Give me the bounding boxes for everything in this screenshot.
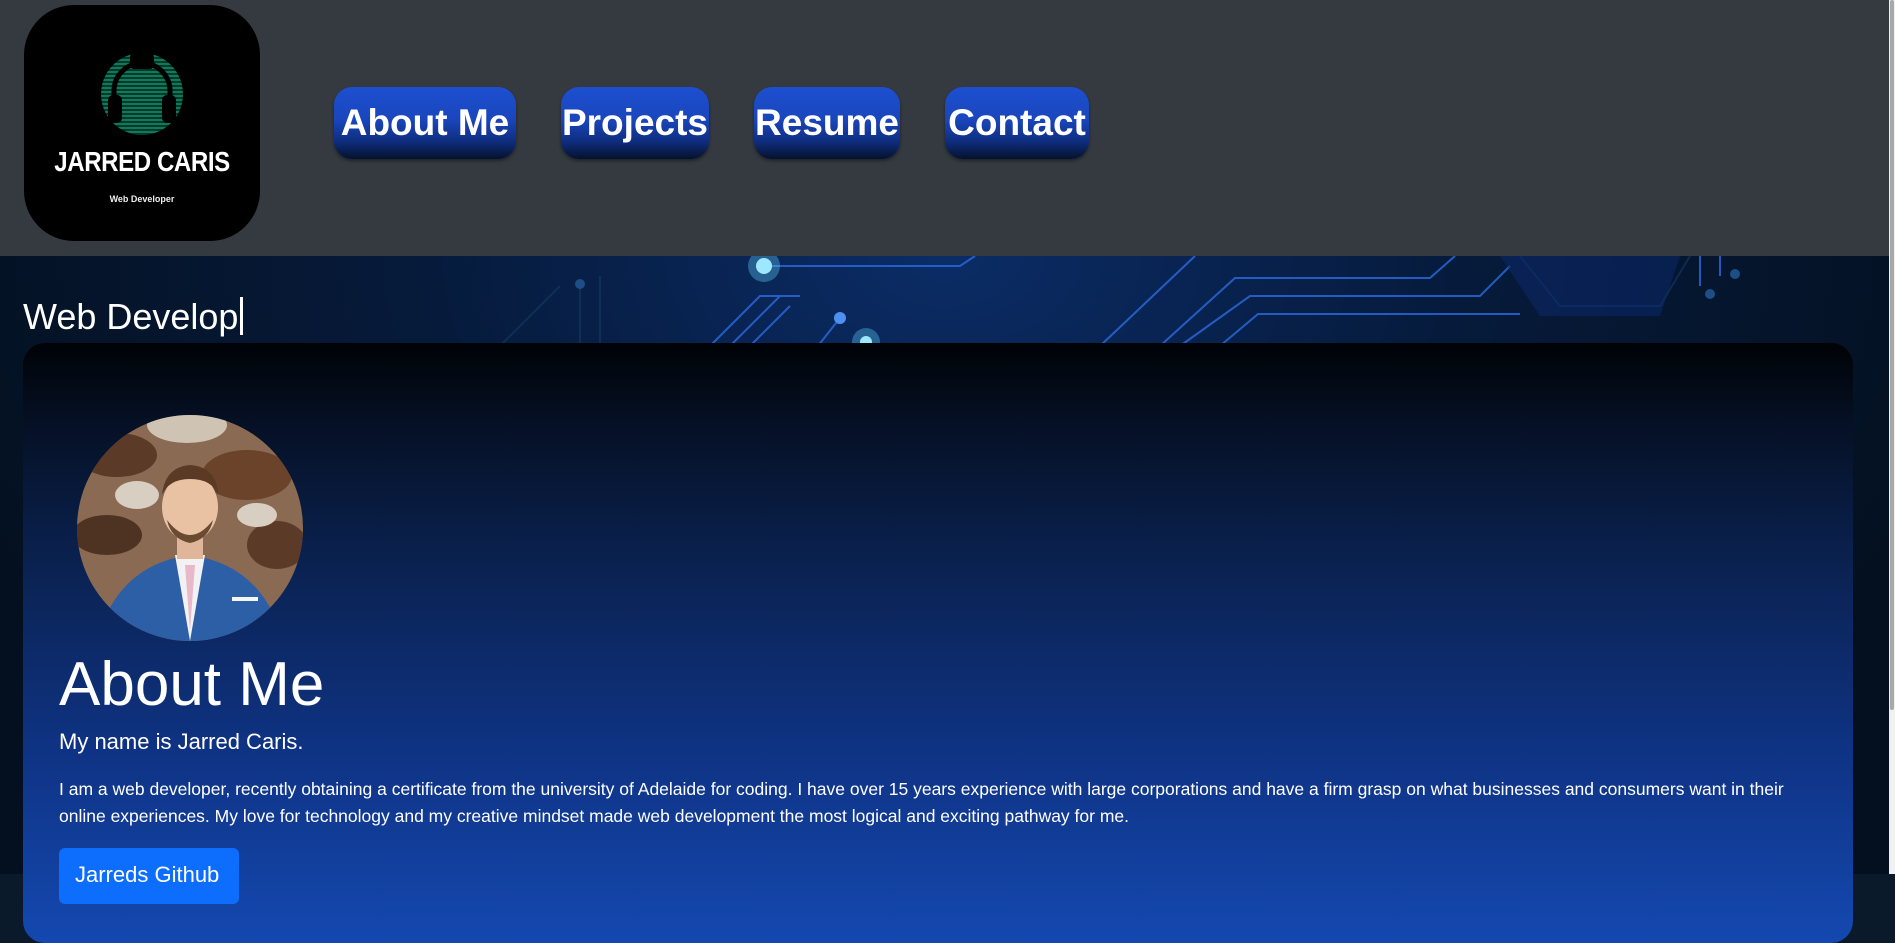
- about-me-description: I am a web developer, recently obtaining…: [59, 779, 1784, 826]
- about-me-heading: About Me: [59, 650, 325, 719]
- logo-name: JARRED CARIS: [54, 146, 230, 177]
- typed-headline-text: Web Develop: [23, 296, 239, 337]
- nav-projects-button[interactable]: Projects: [561, 87, 709, 159]
- nav-contact-button[interactable]: Contact: [945, 87, 1089, 159]
- github-button[interactable]: Jarreds Github: [59, 848, 239, 904]
- site-header: JARRED CARIS Web Developer About Me Proj…: [0, 0, 1889, 256]
- profile-photo-image: [77, 415, 303, 641]
- about-me-card: About Me My name is Jarred Caris. I am a…: [23, 343, 1853, 943]
- headphones-logo-icon: [101, 53, 183, 135]
- nav-resume-button[interactable]: Resume: [754, 87, 900, 159]
- scrollbar-thumb[interactable]: [1890, 0, 1894, 710]
- about-me-lead: My name is Jarred Caris.: [59, 729, 304, 754]
- typing-cursor: [240, 297, 244, 335]
- page-scrollbar[interactable]: [1889, 0, 1895, 874]
- typed-headline: Web Develop: [23, 296, 244, 338]
- nav-about-me-button[interactable]: About Me: [334, 87, 516, 159]
- profile-photo: [77, 415, 303, 641]
- site-logo[interactable]: JARRED CARIS Web Developer: [24, 5, 260, 241]
- logo-subtitle: Web Developer: [109, 194, 175, 204]
